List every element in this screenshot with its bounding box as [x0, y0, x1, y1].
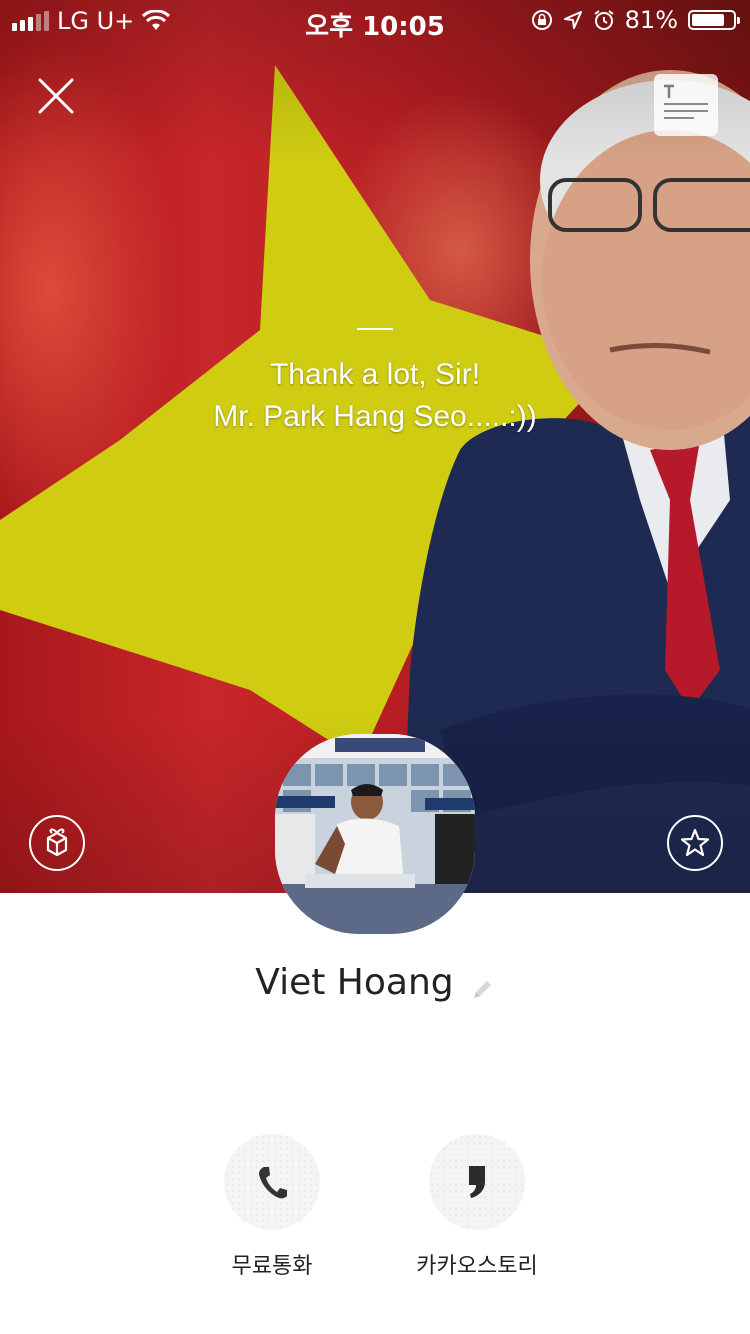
- profile-name: Viet Hoang: [255, 962, 454, 1003]
- edit-pencil-icon[interactable]: [469, 977, 495, 1003]
- gift-button[interactable]: [29, 815, 85, 871]
- location-icon: [563, 11, 582, 29]
- battery-level-fill: [692, 14, 724, 26]
- free-call-label: 무료통화: [231, 1254, 313, 1279]
- status-message: Thank a lot, Sir! Mr. Park Hang Seo.....…: [0, 328, 750, 438]
- free-call-circle: [224, 1134, 320, 1230]
- rotation-lock-icon: [531, 10, 552, 30]
- favorite-button[interactable]: [667, 815, 723, 871]
- close-icon: [38, 78, 74, 114]
- status-bar-right: 81%: [531, 6, 740, 34]
- kakaostory-label: 카카오스토리: [416, 1254, 538, 1279]
- status-bar: LG U+ 오후 10:05 81%: [0, 0, 750, 42]
- alarm-icon: [594, 10, 614, 30]
- text-icon: [664, 84, 708, 119]
- status-message-line-2: Mr. Park Hang Seo.....:)): [213, 400, 537, 433]
- kakaostory-icon: [469, 1166, 485, 1198]
- kakaostory-circle: [429, 1134, 525, 1230]
- status-message-line-1: Thank a lot, Sir!: [269, 358, 481, 391]
- gift-icon: [46, 828, 68, 857]
- profile-name-row: Viet Hoang: [0, 962, 750, 1003]
- free-call-button[interactable]: 무료통화: [172, 1134, 372, 1280]
- close-button[interactable]: [36, 76, 76, 116]
- status-message-divider: [357, 328, 393, 330]
- kakaostory-button[interactable]: 카카오스토리: [377, 1134, 577, 1280]
- profile-avatar[interactable]: [275, 734, 475, 934]
- star-icon: [680, 828, 710, 857]
- text-status-button[interactable]: [654, 74, 718, 136]
- avatar-photo: [275, 734, 475, 934]
- battery-percent: 81%: [624, 6, 678, 34]
- battery-icon: [688, 10, 740, 30]
- phone-icon: [259, 1167, 287, 1199]
